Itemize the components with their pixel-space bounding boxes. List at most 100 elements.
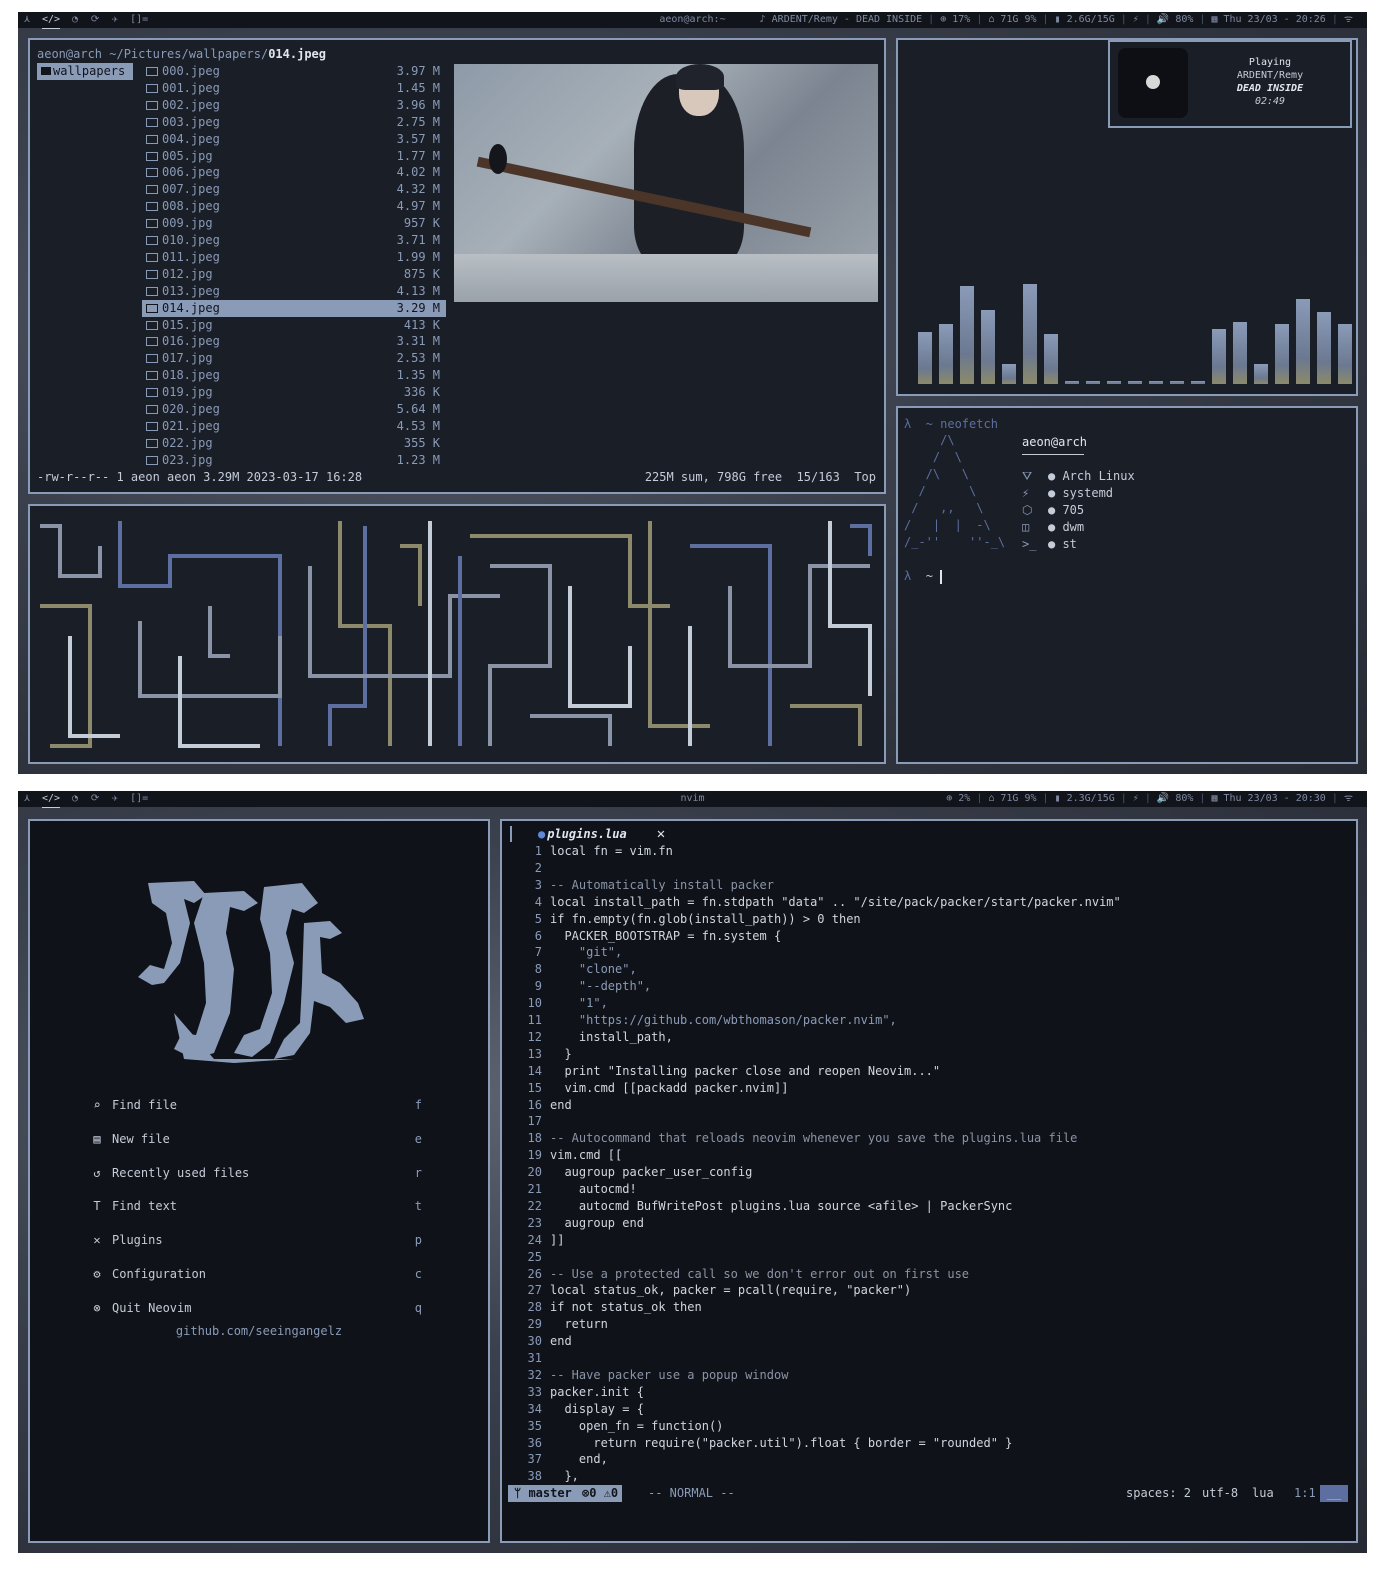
line-number: 2: [534, 860, 542, 875]
file-size: 3.31 M: [396, 334, 440, 349]
file-size: 3.29 M: [396, 300, 440, 315]
file-row[interactable]: 010.jpeg 3.71 M: [142, 232, 446, 249]
prompt-dir: ~: [925, 569, 933, 583]
line-number: 24: [527, 1232, 542, 1247]
filetype: lua: [1252, 1486, 1274, 1500]
image-file-icon: [146, 219, 158, 229]
file-manager-window: aeon@arch ~/Pictures/wallpapers/014.jpeg…: [28, 38, 886, 494]
file-row[interactable]: 005.jpg 1.77 M: [142, 148, 446, 165]
visualizer-bar: [1107, 381, 1121, 384]
file-row[interactable]: 000.jpeg 3.97 M: [142, 63, 446, 80]
file-row[interactable]: 017.jpg 2.53 M: [142, 350, 446, 367]
file-row[interactable]: 006.jpeg 4.02 M: [142, 164, 446, 181]
dashboard-item[interactable]: ⊗ Quit Neovim q: [90, 1300, 430, 1317]
file-row[interactable]: 007.jpeg 4.32 M: [142, 181, 446, 198]
dashboard-item-label: Find file: [112, 1098, 178, 1112]
code-line: 32 -- Have packer use a popup window: [512, 1367, 789, 1384]
file-row[interactable]: 018.jpeg 1.35 M: [142, 367, 446, 384]
pipes-animation: [40, 521, 872, 748]
file-row[interactable]: 011.jpeg 1.99 M: [142, 249, 446, 266]
code-text: if not status_ok then: [550, 1300, 702, 1315]
code-text: end: [550, 1097, 572, 1112]
code-line: 14 print "Installing packer close and re…: [512, 1063, 941, 1080]
parent-dir-item[interactable]: wallpapers: [37, 63, 133, 80]
code-text: local install_path = fn.stdpath "data" .…: [550, 894, 1121, 909]
dashboard-item[interactable]: ✕ Plugins p: [90, 1232, 430, 1249]
ascii-art-line: / | | -\: [904, 518, 991, 532]
dashboard-item-icon: ⌕: [93, 1098, 101, 1112]
file-row[interactable]: 022.jpg 355 K: [142, 435, 446, 452]
dashboard-item[interactable]: T Find text t: [90, 1198, 430, 1215]
file-row[interactable]: 016.jpeg 3.31 M: [142, 333, 446, 350]
code-line: 13 }: [512, 1046, 572, 1063]
desktop-screen-2: ⋏ </> ◔ ⟳ ✈ []= nvim ⊕ 2% | ⌂ 71G 9% | ▮ 2…: [18, 791, 1367, 1553]
disk-status: ⌂ 71G 9%: [988, 793, 1037, 804]
dashboard-item[interactable]: ↺ Recently used files r: [90, 1165, 430, 1182]
tab-label: plugins.lua: [547, 827, 627, 841]
code-text: return require("packer.util").float { bo…: [550, 1435, 1013, 1450]
line-number: 31: [527, 1351, 542, 1365]
file-row[interactable]: 023.jpg 1.23 M: [142, 452, 446, 469]
indent-info: spaces: 2: [1126, 1486, 1192, 1500]
line-number: 9: [534, 979, 542, 994]
album-art: [1118, 48, 1188, 118]
cpu-status: ⊕ 2%: [946, 793, 971, 804]
neofetch-row: ⬡ ● 705: [1022, 502, 1084, 519]
file-name: 010.jpeg: [162, 233, 220, 247]
file-size: 1.99 M: [396, 249, 440, 264]
file-size: 875 K: [403, 266, 440, 281]
close-tab-icon[interactable]: ✕: [657, 826, 665, 842]
info-value: ● st: [1048, 537, 1077, 551]
tab-plugins-lua[interactable]: ● plugins.lua: [524, 827, 627, 841]
dashboard-item-label: Plugins: [112, 1233, 163, 1248]
file-row[interactable]: 013.jpeg 4.13 M: [142, 283, 446, 300]
dashboard-item-key: q: [414, 1300, 422, 1315]
line-number: 33: [527, 1384, 542, 1399]
code-text: }: [550, 1046, 572, 1061]
line-number: 37: [527, 1452, 542, 1467]
file-row[interactable]: 003.jpeg 2.75 M: [142, 114, 446, 131]
file-name: 022.jpg: [162, 435, 213, 450]
code-text: install_path,: [550, 1029, 673, 1044]
memory-status: ▮ 2.6G/15G: [1054, 14, 1115, 25]
line-number: 28: [527, 1300, 542, 1315]
code-area[interactable]: 1 local fn = vim.fn 2 3 -- Automatically ins…: [502, 843, 1356, 1489]
dashboard-item-key: f: [414, 1098, 422, 1112]
file-row[interactable]: 002.jpeg 3.96 M: [142, 97, 446, 114]
image-file-icon: [146, 388, 158, 398]
terminal-cursor: [940, 569, 943, 584]
line-number: 8: [534, 962, 542, 977]
code-text: if fn.empty(fn.glob(install_path)) > 0 t…: [550, 911, 861, 926]
file-row[interactable]: 001.jpeg 1.45 M: [142, 80, 446, 97]
cursor-position: 1:1: [1294, 1486, 1316, 1500]
file-name: 013.jpeg: [162, 283, 220, 298]
dashboard-item[interactable]: ⌕ Find file f: [90, 1097, 430, 1114]
file-row[interactable]: 014.jpeg 3.29 M: [142, 299, 446, 317]
file-row[interactable]: 021.jpeg 4.53 M: [142, 418, 446, 435]
dashboard-item[interactable]: ⚙ Configuration c: [90, 1266, 430, 1283]
code-text: "https://github.com/wbthomason/packer.nv…: [550, 1013, 897, 1027]
file-info: -rw-r--r-- 1 aeon aeon 3.29M 2023-03-17 …: [37, 470, 363, 484]
file-row[interactable]: 019.jpg 336 K: [142, 384, 446, 401]
file-name: 000.jpeg: [162, 64, 220, 78]
code-text: end,: [550, 1452, 608, 1467]
status-area: ♪ ARDENT/Remy - DEAD INSIDE | ⊕ 17% | ⌂ 71…: [760, 12, 1353, 28]
file-name: 009.jpg: [162, 216, 213, 231]
file-row[interactable]: 009.jpg 957 K: [142, 215, 446, 232]
file-row[interactable]: 015.jpg 413 K: [142, 317, 446, 334]
file-size: 5.64 M: [396, 402, 440, 416]
file-name: 020.jpeg: [162, 402, 220, 416]
visualizer-bar: [939, 324, 953, 384]
code-text: autocmd!: [550, 1182, 637, 1196]
file-row[interactable]: 008.jpeg 4.97 M: [142, 198, 446, 215]
file-name: 016.jpeg: [162, 334, 220, 349]
dashboard-item[interactable]: ▤ New file e: [90, 1131, 430, 1148]
file-row[interactable]: 020.jpeg 5.64 M: [142, 401, 446, 418]
nvim-dashboard-window: ⌕ Find file f ▤ New file e ↺ Recently used file…: [28, 819, 490, 1543]
volume-status: 🔊 80%: [1156, 793, 1194, 804]
file-row[interactable]: 004.jpeg 3.57 M: [142, 131, 446, 148]
code-text: "clone",: [550, 962, 637, 977]
file-row[interactable]: 012.jpg 875 K: [142, 266, 446, 283]
code-line: 37 end,: [512, 1451, 608, 1468]
code-line: 18 -- Autocommand that reloads neovim whe…: [512, 1130, 1078, 1147]
